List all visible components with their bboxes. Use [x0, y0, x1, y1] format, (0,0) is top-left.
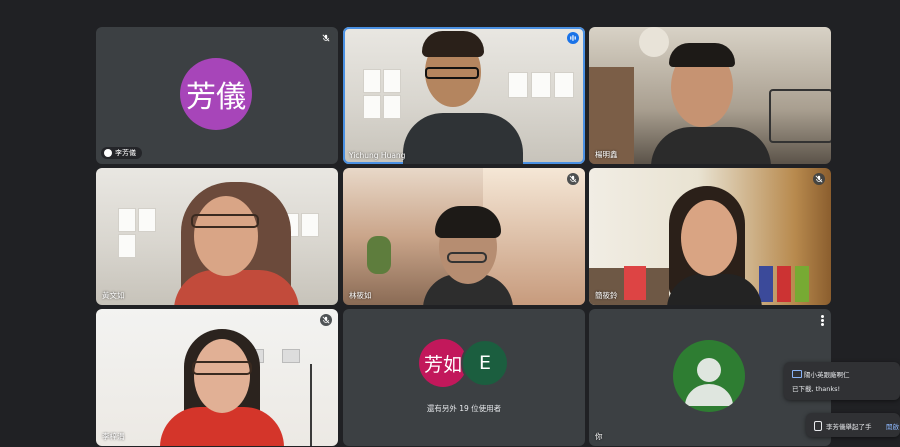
user-icon — [104, 149, 112, 157]
participant-name-pill: 李芳儀 — [101, 147, 142, 159]
chat-toast[interactable]: 陽小英跟廠啊仁 已下載, thanks! — [784, 362, 900, 400]
chat-sender: 陽小英跟廠啊仁 — [804, 371, 850, 379]
chat-icon — [792, 370, 802, 378]
participant-tile-li-fangyi[interactable]: 芳儀 李芳儀 — [96, 27, 338, 164]
participant-name: Yichung Huang — [349, 151, 406, 160]
participant-tile-huang-wenru[interactable]: 黃文如 — [96, 168, 338, 305]
others-tile[interactable]: 芳如 E 還有另外 19 位使用者 — [343, 309, 585, 446]
chat-message: 已下載, thanks! — [792, 385, 841, 393]
participant-name: 李梓涓 — [102, 432, 125, 441]
raised-hand-toast[interactable]: 李芳儀舉起了手 開啟 — [806, 413, 900, 437]
avatar: 芳如 — [419, 339, 467, 387]
participant-name: 楊明鑫 — [595, 150, 618, 159]
speaking-icon — [567, 32, 579, 44]
participant-tile-yang-mingxin[interactable]: 楊明鑫 — [589, 27, 831, 164]
open-button[interactable]: 開啟 — [886, 421, 899, 431]
avatar-initials: 芳如 — [423, 353, 462, 376]
user-icon — [685, 358, 733, 406]
participant-name: 簡筱鈴 — [595, 291, 618, 300]
avatar-initials: 芳儀 — [186, 80, 246, 115]
participant-name: 黃文如 — [102, 291, 125, 300]
avatar-initials: E — [478, 352, 491, 374]
participant-name: 你 — [595, 432, 603, 441]
mic-off-icon — [567, 173, 579, 185]
mic-off-icon — [813, 173, 825, 185]
more-options-icon[interactable] — [821, 315, 824, 326]
participant-tile-lin-xiaoru[interactable]: 林筱如 — [343, 168, 585, 305]
participant-tile-yichung-huang[interactable]: Yichung Huang — [343, 27, 585, 164]
others-count: 還有另外 19 位使用者 — [426, 404, 502, 413]
participant-tile-li-zijuan[interactable]: 李梓涓 — [96, 309, 338, 446]
participant-name: 李芳儀 — [115, 149, 136, 157]
avatar: 芳儀 — [180, 58, 252, 130]
raised-hand-text: 李芳儀舉起了手 — [826, 423, 872, 431]
raised-hand-icon — [814, 421, 822, 431]
avatar: E — [461, 339, 509, 387]
mic-off-icon — [320, 32, 332, 44]
avatar — [673, 340, 745, 412]
mic-off-icon — [320, 314, 332, 326]
participant-name: 林筱如 — [349, 291, 372, 300]
participant-tile-jian-xiaoling[interactable]: 簡筱鈴 — [589, 168, 831, 305]
